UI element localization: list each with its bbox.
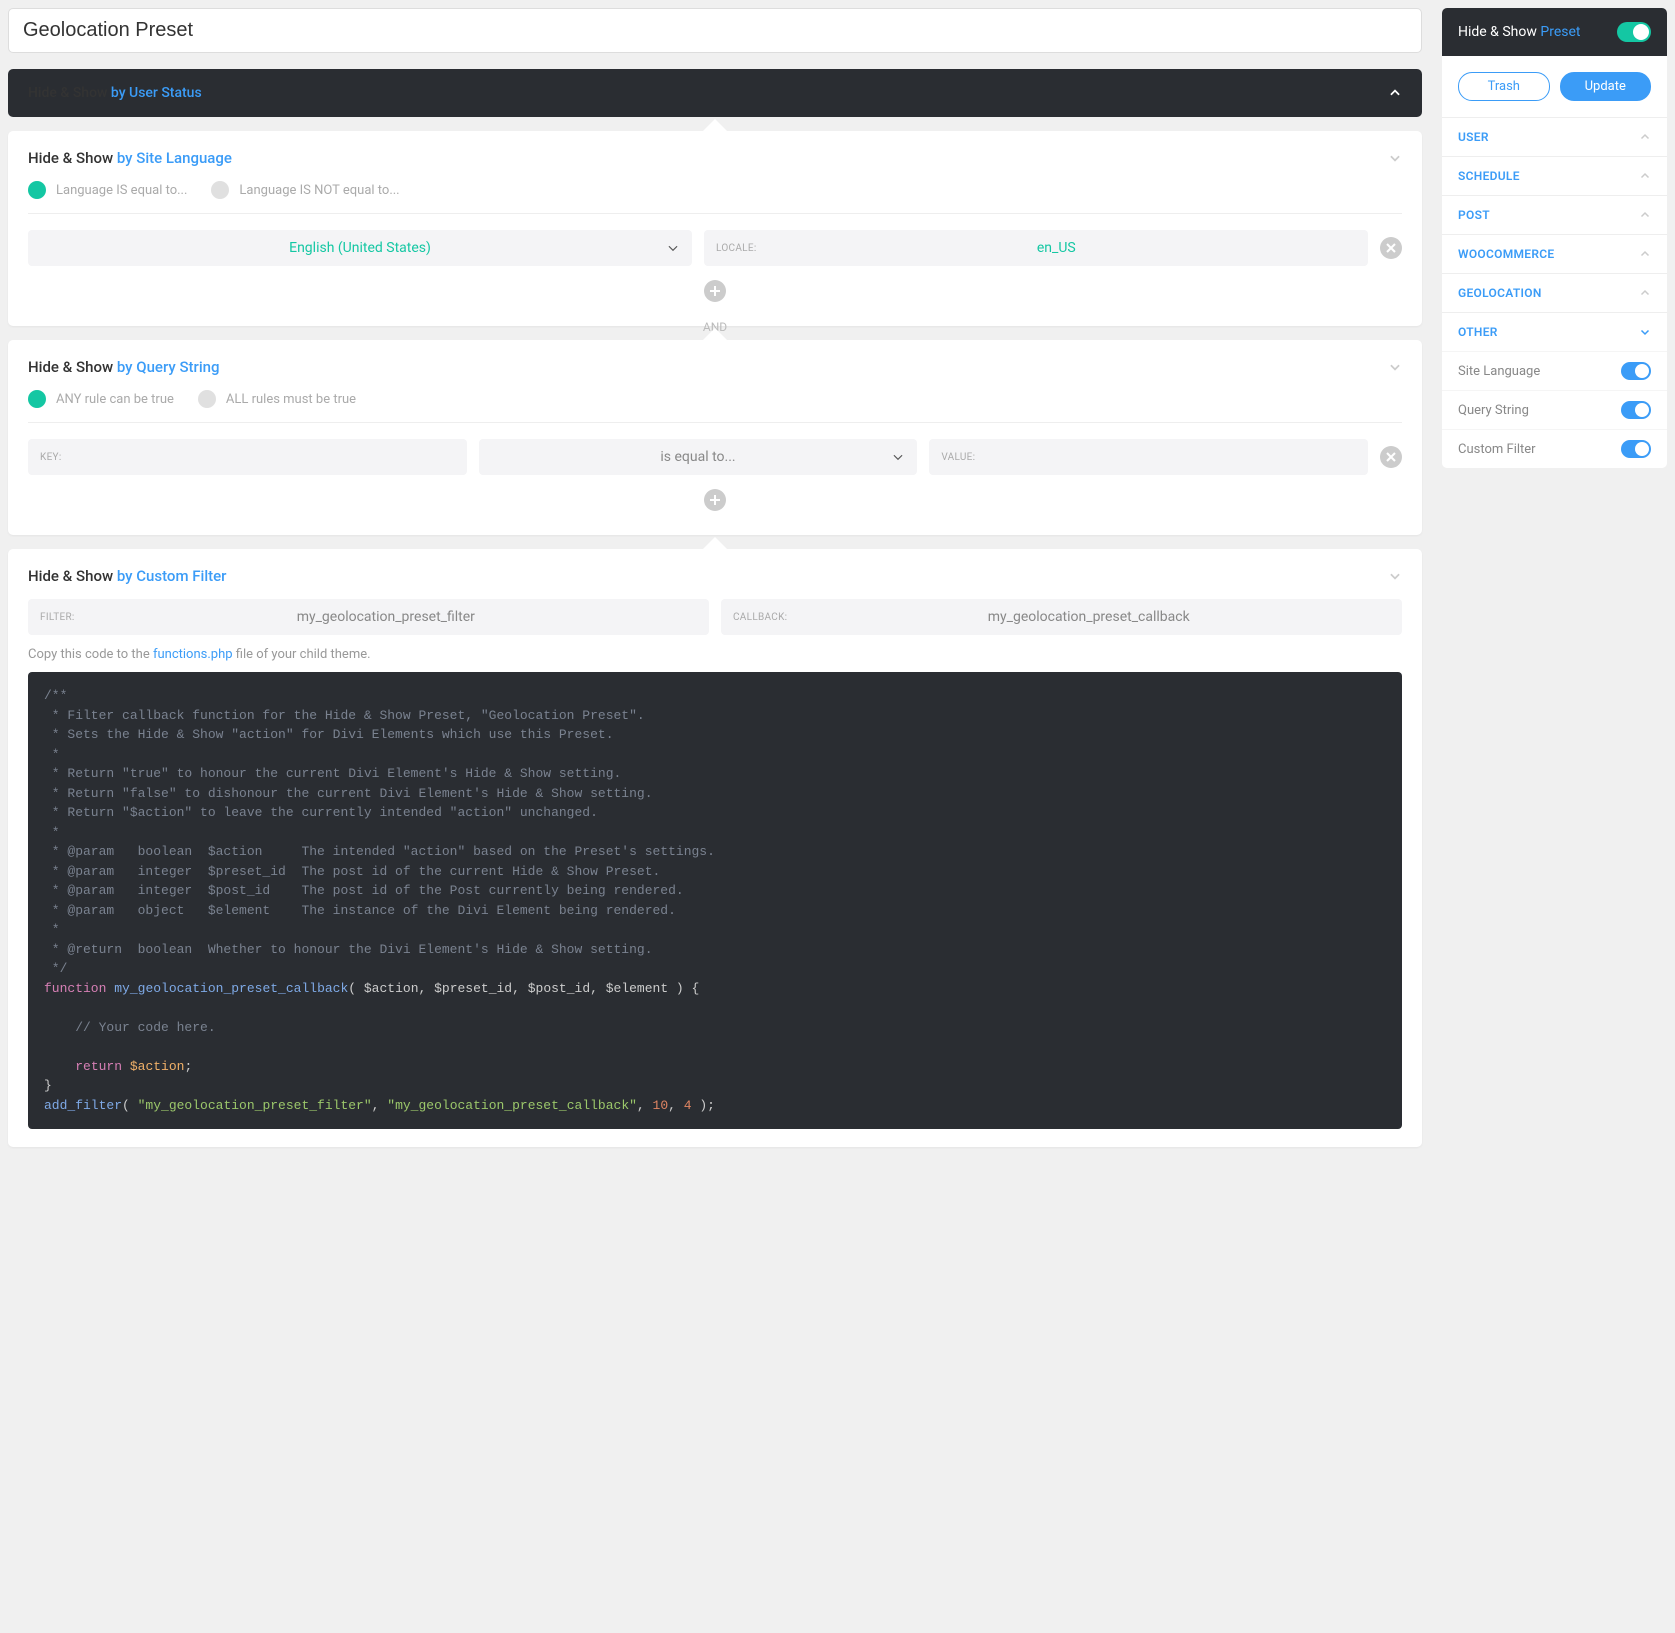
chevron-down-icon — [891, 450, 905, 464]
trash-button[interactable]: Trash — [1458, 72, 1550, 101]
any-rule-option[interactable]: ANY rule can be true — [28, 390, 174, 408]
callback-name-field[interactable]: CALLBACK: my_geolocation_preset_callback — [721, 599, 1402, 635]
add-row-icon[interactable] — [704, 280, 726, 302]
custom-filter-card: Hide & Show by Custom Filter FILTER: my_… — [8, 549, 1422, 1147]
remove-row-icon[interactable] — [1380, 446, 1402, 468]
toggle-custom-filter[interactable]: Custom Filter — [1442, 429, 1667, 468]
custom-filter-toggle[interactable] — [1621, 440, 1651, 458]
query-string-card: Hide & Show by Query String ANY rule can… — [8, 340, 1422, 535]
query-string-suffix: by Query String — [117, 358, 220, 376]
functions-php-link[interactable]: functions.php — [153, 647, 233, 662]
site-language-toggle[interactable] — [1621, 362, 1651, 380]
query-value-field[interactable]: VALUE: — [929, 439, 1368, 475]
toggle-site-language[interactable]: Site Language — [1442, 351, 1667, 390]
preset-title-input[interactable] — [8, 8, 1422, 53]
chevron-down-icon[interactable] — [1388, 360, 1402, 374]
query-string-toggle[interactable] — [1621, 401, 1651, 419]
section-post[interactable]: POST — [1442, 195, 1667, 234]
custom-filter-prefix: Hide & Show — [28, 567, 113, 585]
chevron-up-icon — [1639, 248, 1651, 260]
connector-and: AND — [8, 324, 1422, 342]
chevron-down-icon — [1639, 326, 1651, 338]
update-button[interactable]: Update — [1560, 72, 1652, 101]
add-row-icon[interactable] — [704, 489, 726, 511]
chevron-up-icon — [1639, 287, 1651, 299]
section-geolocation[interactable]: GEOLOCATION — [1442, 273, 1667, 312]
section-user[interactable]: USER — [1442, 117, 1667, 156]
user-status-suffix: by User Status — [111, 85, 202, 101]
toggle-query-string[interactable]: Query String — [1442, 390, 1667, 429]
user-status-prefix: Hide & Show — [28, 85, 107, 101]
preset-enabled-toggle[interactable] — [1617, 22, 1651, 42]
sidebar-title-prefix: Hide & Show — [1458, 24, 1537, 40]
lang-is-not-equal-option[interactable]: Language IS NOT equal to... — [211, 181, 399, 199]
filter-name-field[interactable]: FILTER: my_geolocation_preset_filter — [28, 599, 709, 635]
section-schedule[interactable]: SCHEDULE — [1442, 156, 1667, 195]
chevron-down-icon — [666, 241, 680, 255]
sidebar-title-suffix: Preset — [1540, 24, 1580, 40]
site-language-card: Hide & Show by Site Language Language IS… — [8, 131, 1422, 326]
section-other[interactable]: OTHER — [1442, 312, 1667, 351]
connector-notch — [8, 115, 1422, 133]
site-language-prefix: Hide & Show — [28, 149, 113, 167]
site-language-suffix: by Site Language — [117, 149, 232, 167]
code-instruction: Copy this code to the functions.php file… — [28, 647, 1402, 662]
chevron-up-icon — [1639, 131, 1651, 143]
code-sample: /** * Filter callback function for the H… — [28, 672, 1402, 1129]
query-string-prefix: Hide & Show — [28, 358, 113, 376]
section-woocommerce[interactable]: WOOCOMMERCE — [1442, 234, 1667, 273]
chevron-up-icon — [1639, 209, 1651, 221]
chevron-down-icon[interactable] — [1388, 569, 1402, 583]
custom-filter-suffix: by Custom Filter — [117, 567, 227, 585]
locale-field[interactable]: LOCALE: en_US — [704, 230, 1368, 266]
lang-is-equal-option[interactable]: Language IS equal to... — [28, 181, 187, 199]
chevron-up-icon — [1388, 86, 1402, 100]
query-key-field[interactable]: KEY: — [28, 439, 467, 475]
user-status-header[interactable]: Hide & Show by User Status — [8, 69, 1422, 117]
language-select[interactable]: English (United States) — [28, 230, 692, 266]
chevron-up-icon — [1639, 170, 1651, 182]
remove-row-icon[interactable] — [1380, 237, 1402, 259]
connector-notch — [8, 533, 1422, 551]
chevron-down-icon[interactable] — [1388, 151, 1402, 165]
query-operator-select[interactable]: is equal to... — [479, 439, 918, 475]
sidebar-card: Hide & Show Preset Trash Update USER SCH… — [1442, 8, 1667, 468]
all-rules-option[interactable]: ALL rules must be true — [198, 390, 356, 408]
